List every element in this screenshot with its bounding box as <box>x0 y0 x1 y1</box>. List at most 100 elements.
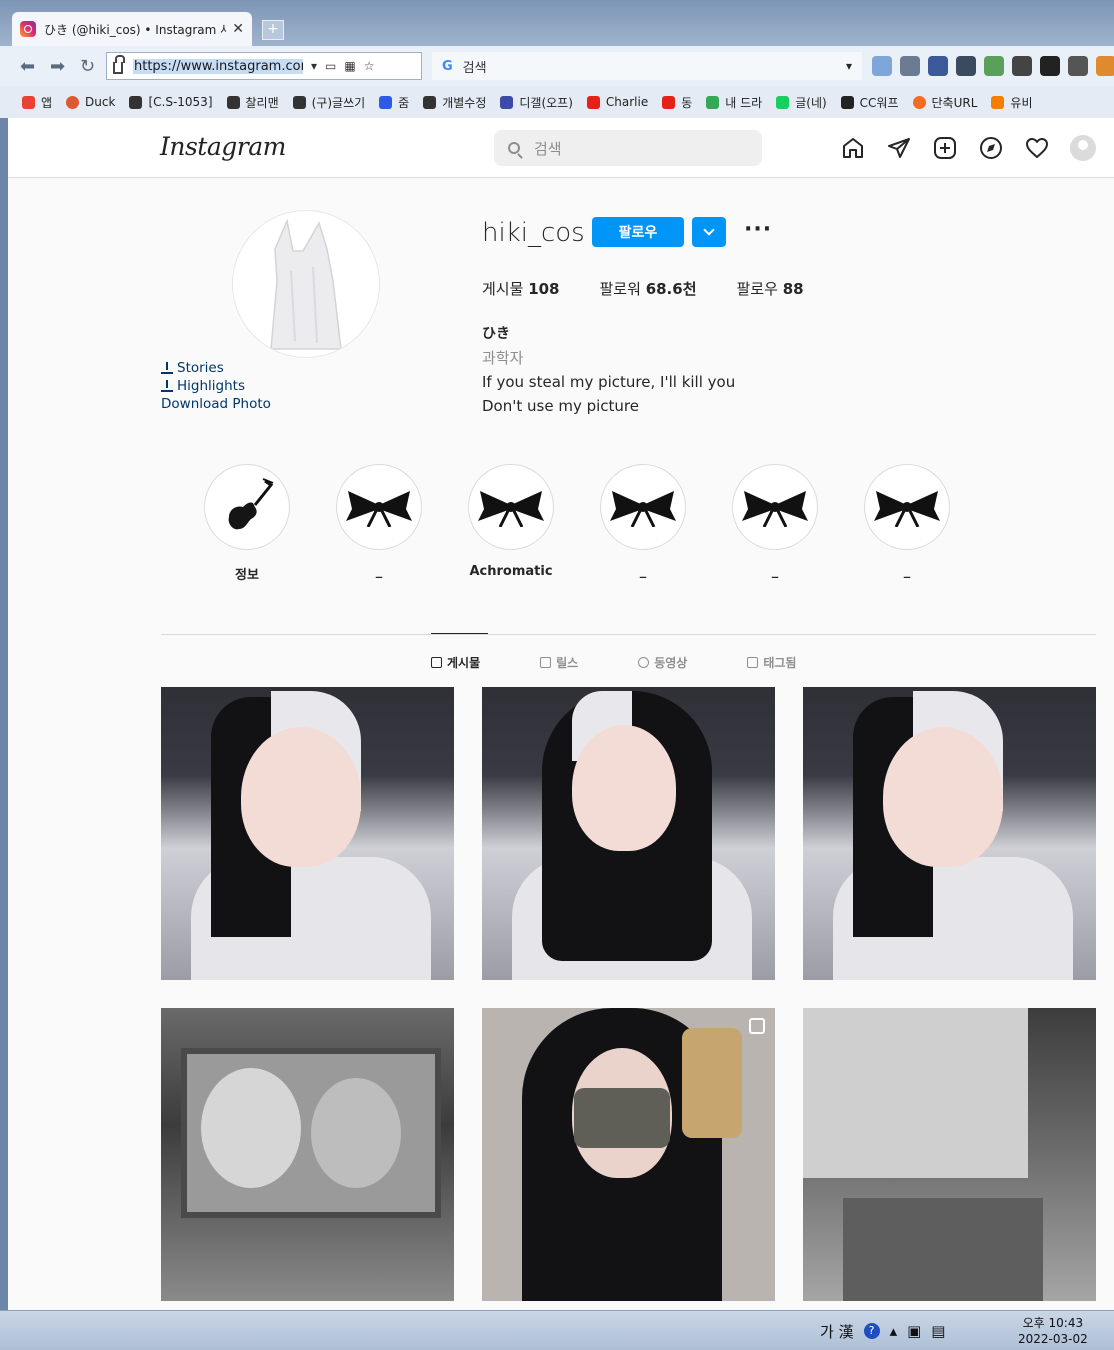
post-thumbnail[interactable] <box>161 687 454 980</box>
system-clock[interactable]: 오후 10:43 2022-03-02 <box>1018 1315 1088 1347</box>
facebook-icon[interactable] <box>928 56 948 76</box>
tray-arrow-icon[interactable]: ▴ <box>890 1322 898 1340</box>
bookmark-item[interactable]: 유비 <box>991 94 1033 111</box>
instagram-header: Instagram 검색 <box>8 118 1114 178</box>
tab-close-button[interactable]: ✕ <box>232 21 244 37</box>
post-thumbnail[interactable] <box>803 687 1096 980</box>
back-arrow-icon[interactable]: ⬅ <box>20 56 35 77</box>
bookmark-icon <box>423 95 437 109</box>
bookmark-item[interactable]: 글(네) <box>776 94 827 111</box>
ime-indicator[interactable]: 가 漢 <box>820 1321 854 1342</box>
help-icon[interactable]: ? <box>863 1323 880 1339</box>
new-tab-button[interactable]: + <box>262 20 284 40</box>
navigation-bar: ⬅ ➡ ↻ https://www.instagram.con ▾ ▭ ▦ ☆ … <box>0 46 1114 86</box>
network-icon[interactable]: ▣ <box>907 1322 921 1340</box>
forward-arrow-icon[interactable]: ➡ <box>50 56 65 77</box>
dropdown-arrow-icon[interactable]: ▾ <box>846 59 852 73</box>
download-photo-link[interactable]: Download Photo <box>161 395 271 413</box>
followers-count[interactable]: 팔로워 68.6천 <box>600 278 697 299</box>
apps-grid-icon <box>22 95 35 109</box>
reload-icon[interactable]: ↻ <box>80 56 95 77</box>
bookmark-icon <box>500 95 514 109</box>
highlights-download-link[interactable]: Highlights <box>161 377 271 395</box>
heart-icon[interactable] <box>1024 135 1050 161</box>
browser-search-box[interactable]: G 검색 ▾ <box>432 52 862 80</box>
highlight-item[interactable]: _ <box>336 464 422 583</box>
address-bar[interactable]: https://www.instagram.con ▾ ▭ ▦ ☆ <box>106 52 422 80</box>
instagram-logo[interactable]: Instagram <box>160 132 286 161</box>
dropdown-arrow-icon[interactable]: ▾ <box>311 59 317 73</box>
browser-tab[interactable]: ひき (@hiki_cos) • Instagram 사진 ✕ <box>12 12 252 46</box>
device-icon[interactable]: ▭ <box>325 59 336 73</box>
tab-title: ひき (@hiki_cos) • Instagram 사진 <box>44 22 227 37</box>
profile-stats: 게시물 108 팔로워 68.6천 팔로우 88 <box>482 278 804 299</box>
bookmark-icon <box>912 95 926 109</box>
extension-icon[interactable] <box>1068 56 1088 76</box>
ribbon-bow-icon <box>478 491 544 527</box>
tab-tagged[interactable]: 태그됨 <box>747 654 796 671</box>
bookmark-star-icon[interactable]: ☆ <box>364 59 375 73</box>
direct-message-icon[interactable] <box>886 135 912 161</box>
search-icon <box>508 142 520 154</box>
extension-icon[interactable] <box>1012 56 1032 76</box>
qr-code-icon[interactable]: ▦ <box>344 59 355 73</box>
highlight-item[interactable]: _ <box>864 464 950 583</box>
bookmark-item[interactable]: 디갤(오프) <box>500 94 573 111</box>
extension-icon[interactable] <box>984 56 1004 76</box>
instagram-page: Instagram 검색 Stories Highlights Download… <box>8 118 1114 1310</box>
highlight-item[interactable]: Achromatic <box>468 464 554 583</box>
chevron-down-icon <box>703 224 715 236</box>
plastic-bag-icon <box>233 211 379 357</box>
extension-icon[interactable] <box>1040 56 1060 76</box>
bookmark-item[interactable]: (구)글쓰기 <box>292 94 365 111</box>
posts-grid <box>161 687 1096 1301</box>
active-tab-indicator <box>431 633 488 634</box>
bookmark-item[interactable]: 동 <box>662 94 692 111</box>
bookmark-item[interactable]: 개별수정 <box>423 94 486 111</box>
bookmark-item[interactable]: Duck <box>66 95 115 109</box>
bookmark-item[interactable]: [C.S-1053] <box>129 95 213 109</box>
url-text[interactable]: https://www.instagram.con <box>133 58 303 74</box>
suggested-accounts-button[interactable] <box>692 217 726 247</box>
instagram-search-input[interactable]: 검색 <box>494 130 762 166</box>
post-thumbnail[interactable] <box>803 1008 1096 1301</box>
duckduckgo-icon <box>66 95 80 109</box>
profile-avatar-icon[interactable] <box>1070 135 1096 161</box>
download-links: Stories Highlights Download Photo <box>161 359 271 413</box>
bookmark-item[interactable]: 내 드라 <box>706 94 762 111</box>
post-thumbnail[interactable] <box>482 1008 775 1301</box>
explore-compass-icon[interactable] <box>978 135 1004 161</box>
google-icon[interactable]: G <box>442 59 453 74</box>
tab-reels[interactable]: 릴스 <box>540 654 578 671</box>
highlight-item[interactable]: _ <box>732 464 818 583</box>
following-count[interactable]: 팔로우 88 <box>737 278 804 299</box>
more-options-button[interactable]: ··· <box>744 217 772 242</box>
follow-button[interactable]: 팔로우 <box>592 217 684 247</box>
tabs-divider <box>161 634 1096 635</box>
post-thumbnail[interactable] <box>482 687 775 980</box>
bookmark-item[interactable]: Charlie <box>586 95 648 109</box>
post-thumbnail[interactable] <box>161 1008 454 1301</box>
highlight-item[interactable]: 정보 <box>204 464 290 583</box>
extension-icon[interactable] <box>1096 56 1114 76</box>
ribbon-bow-icon <box>742 491 808 527</box>
bookmark-item[interactable]: 찰리맨 <box>226 94 279 111</box>
home-icon[interactable] <box>872 56 892 76</box>
stories-download-link[interactable]: Stories <box>161 359 271 377</box>
extension-icon[interactable] <box>900 56 920 76</box>
cursor-icon[interactable] <box>956 56 976 76</box>
bookmark-icon <box>129 95 143 109</box>
highlight-label: _ <box>771 564 779 579</box>
new-post-icon[interactable] <box>932 135 958 161</box>
highlight-item[interactable]: _ <box>600 464 686 583</box>
bookmark-item[interactable]: 줌 <box>379 94 409 111</box>
ribbon-bow-icon <box>874 491 940 527</box>
bookmark-item[interactable]: CC워프 <box>840 94 899 111</box>
highlight-label: _ <box>903 564 911 579</box>
bookmark-item[interactable]: 앱 <box>22 94 52 111</box>
volume-icon[interactable]: ▤ <box>931 1322 945 1340</box>
tab-videos[interactable]: 동영상 <box>638 654 687 671</box>
tab-posts[interactable]: 게시물 <box>431 654 480 671</box>
bookmark-item[interactable]: 단축URL <box>912 94 977 111</box>
home-icon[interactable] <box>840 135 866 161</box>
